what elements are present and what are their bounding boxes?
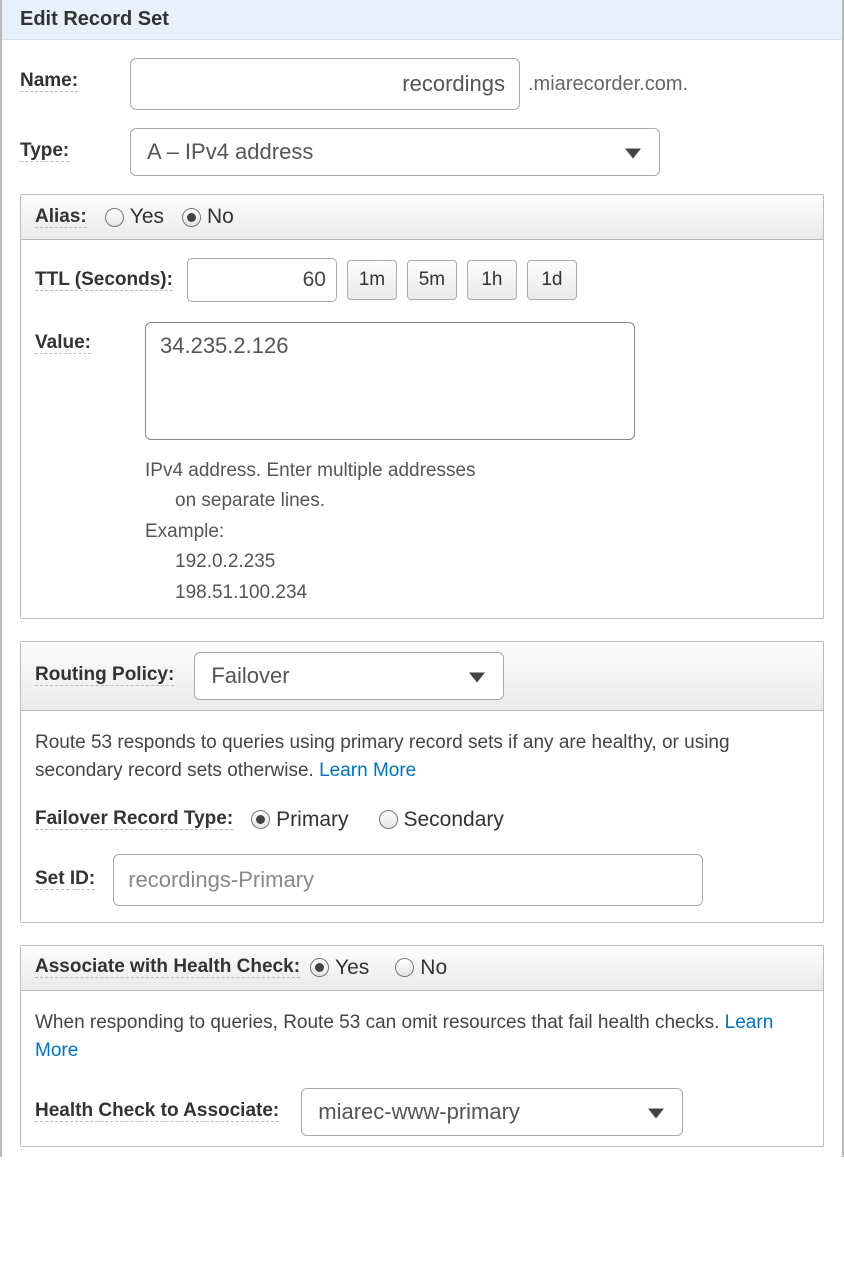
set-id-label: Set ID: bbox=[35, 869, 95, 890]
health-yes-radio[interactable]: Yes bbox=[310, 956, 369, 980]
health-check-assoc-label: Health Check to Associate: bbox=[35, 1101, 279, 1122]
edit-record-set-panel: Edit Record Set Name: .miarecorder.com. … bbox=[0, 0, 844, 1157]
failover-type-row: Failover Record Type: Primary Secondary bbox=[35, 808, 809, 832]
failover-secondary-label: Secondary bbox=[404, 808, 504, 832]
chevron-down-icon bbox=[469, 672, 485, 682]
radio-icon bbox=[379, 810, 398, 829]
health-no-radio[interactable]: No bbox=[395, 956, 447, 980]
value-help-line1: IPv4 address. Enter multiple addresses bbox=[145, 456, 809, 486]
health-desc-text: When responding to queries, Route 53 can… bbox=[35, 1012, 725, 1033]
set-id-row: Set ID: bbox=[35, 854, 809, 906]
health-check-assoc-row: Health Check to Associate: miarec-www-pr… bbox=[35, 1088, 809, 1136]
routing-policy-label: Routing Policy: bbox=[35, 665, 174, 686]
health-no-label: No bbox=[420, 956, 447, 980]
health-label: Associate with Health Check: bbox=[35, 957, 300, 978]
ttl-row: TTL (Seconds): 1m 5m 1h 1d bbox=[35, 258, 809, 302]
routing-learn-more-link[interactable]: Learn More bbox=[319, 760, 416, 781]
routing-description: Route 53 responds to queries using prima… bbox=[35, 729, 809, 786]
alias-body: TTL (Seconds): 1m 5m 1h 1d Value: 34.235… bbox=[21, 240, 823, 618]
radio-icon bbox=[251, 810, 270, 829]
failover-type-label: Failover Record Type: bbox=[35, 809, 233, 830]
value-row: Value: 34.235.2.126 IPv4 address. Enter … bbox=[35, 322, 809, 608]
panel-body: Name: .miarecorder.com. Type: A – IPv4 a… bbox=[2, 40, 842, 1157]
health-check-selected: miarec-www-primary bbox=[318, 1099, 520, 1125]
radio-icon bbox=[310, 958, 329, 977]
alias-yes-radio[interactable]: Yes bbox=[105, 205, 164, 229]
failover-primary-label: Primary bbox=[276, 808, 348, 832]
health-body: When responding to queries, Route 53 can… bbox=[21, 991, 823, 1146]
health-subpanel: Associate with Health Check: Yes No When… bbox=[20, 945, 824, 1147]
alias-yes-label: Yes bbox=[130, 205, 164, 229]
chevron-down-icon bbox=[625, 149, 641, 159]
value-label: Value: bbox=[35, 333, 91, 354]
failover-secondary-radio[interactable]: Secondary bbox=[379, 808, 504, 832]
chevron-down-icon bbox=[648, 1108, 664, 1118]
value-help-line5: 198.51.100.234 bbox=[145, 578, 809, 608]
value-textarea[interactable]: 34.235.2.126 bbox=[145, 322, 635, 440]
health-description: When responding to queries, Route 53 can… bbox=[35, 1009, 809, 1066]
ttl-5m-button[interactable]: 5m bbox=[407, 260, 457, 300]
routing-policy-select[interactable]: Failover bbox=[194, 652, 504, 700]
radio-icon bbox=[395, 958, 414, 977]
type-label: Type: bbox=[20, 141, 69, 162]
type-row: Type: A – IPv4 address bbox=[20, 128, 824, 176]
ttl-1d-button[interactable]: 1d bbox=[527, 260, 577, 300]
value-help: IPv4 address. Enter multiple addresses o… bbox=[145, 456, 809, 608]
value-help-line3: Example: bbox=[145, 517, 809, 547]
routing-policy-selected: Failover bbox=[211, 663, 289, 689]
health-yes-label: Yes bbox=[335, 956, 369, 980]
alias-no-label: No bbox=[207, 205, 234, 229]
type-select[interactable]: A – IPv4 address bbox=[130, 128, 660, 176]
panel-title: Edit Record Set bbox=[2, 0, 842, 40]
routing-header: Routing Policy: Failover bbox=[21, 642, 823, 711]
value-help-line2: on separate lines. bbox=[145, 486, 809, 516]
alias-header: Alias: Yes No bbox=[21, 195, 823, 240]
radio-icon bbox=[105, 208, 124, 227]
domain-suffix: .miarecorder.com. bbox=[528, 73, 688, 96]
alias-label: Alias: bbox=[35, 207, 87, 228]
ttl-1m-button[interactable]: 1m bbox=[347, 260, 397, 300]
routing-subpanel: Routing Policy: Failover Route 53 respon… bbox=[20, 641, 824, 923]
health-header: Associate with Health Check: Yes No bbox=[21, 946, 823, 991]
name-label: Name: bbox=[20, 71, 78, 92]
radio-icon bbox=[182, 208, 201, 227]
alias-no-radio[interactable]: No bbox=[182, 205, 234, 229]
ttl-input[interactable] bbox=[187, 258, 337, 302]
name-row: Name: .miarecorder.com. bbox=[20, 58, 824, 110]
value-help-line4: 192.0.2.235 bbox=[145, 547, 809, 577]
set-id-input[interactable] bbox=[113, 854, 703, 906]
failover-primary-radio[interactable]: Primary bbox=[251, 808, 348, 832]
ttl-label: TTL (Seconds): bbox=[35, 270, 173, 291]
type-selected-value: A – IPv4 address bbox=[147, 139, 313, 165]
ttl-1h-button[interactable]: 1h bbox=[467, 260, 517, 300]
alias-subpanel: Alias: Yes No TTL (Seconds): 1m 5m 1h bbox=[20, 194, 824, 619]
health-check-select[interactable]: miarec-www-primary bbox=[301, 1088, 683, 1136]
name-input[interactable] bbox=[130, 58, 520, 110]
routing-body: Route 53 responds to queries using prima… bbox=[21, 711, 823, 922]
